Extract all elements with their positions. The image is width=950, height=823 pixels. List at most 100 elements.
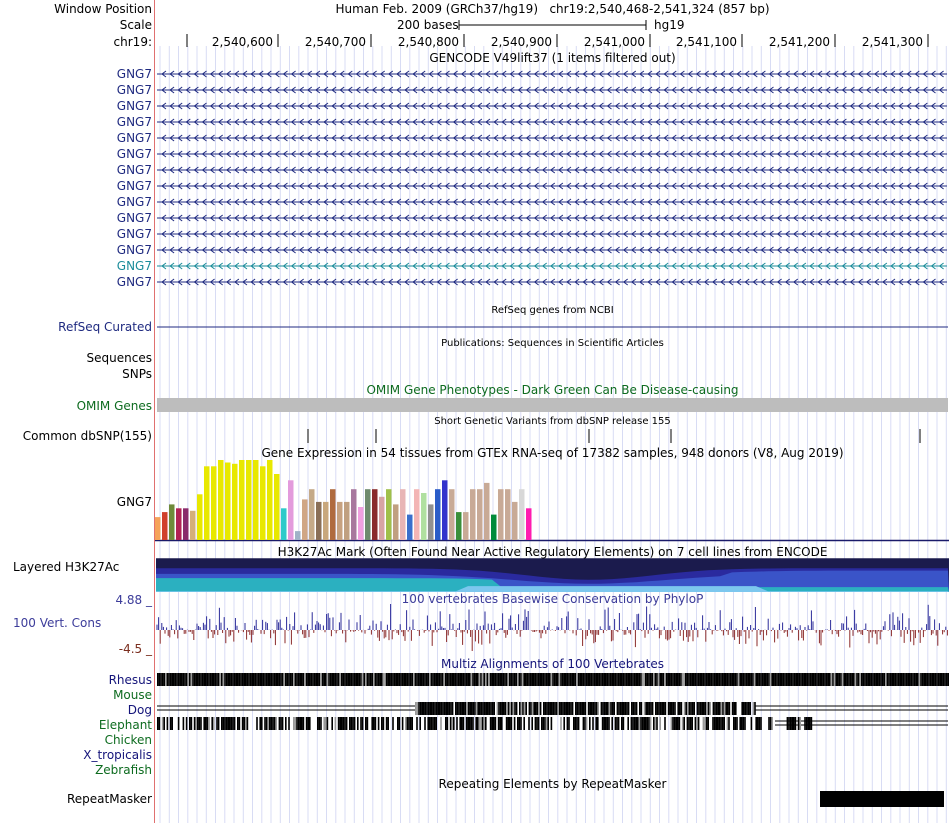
gtex-label[interactable]: GNG7 (0, 494, 152, 510)
gtex-bar[interactable] (442, 480, 448, 540)
gtex-bar[interactable] (519, 489, 525, 540)
gencode-item-label[interactable]: GNG7 (0, 258, 152, 274)
gencode-item-label[interactable]: GNG7 (0, 242, 152, 258)
gtex-bar[interactable] (400, 489, 406, 540)
gtex-bar[interactable] (302, 499, 308, 540)
gencode-item-label[interactable]: GNG7 (0, 130, 152, 146)
gtex-bar[interactable] (211, 466, 217, 540)
gtex-bar[interactable] (477, 489, 483, 540)
gtex-bar[interactable] (169, 504, 175, 540)
gtex-bar[interactable] (309, 489, 315, 540)
gtex-bar[interactable] (407, 514, 413, 540)
multiz-species-label[interactable]: Zebrafish (0, 762, 152, 778)
gtex-bar[interactable] (456, 512, 462, 540)
gtex-track-title: Gene Expression in 54 tissues from GTEx … (261, 446, 844, 460)
gencode-item-label[interactable]: GNG7 (0, 194, 152, 210)
gtex-bar[interactable] (155, 517, 161, 540)
multiz-block (182, 673, 185, 686)
gtex-bar[interactable] (183, 508, 189, 540)
gtex-bar[interactable] (274, 474, 280, 540)
gtex-bar[interactable] (197, 494, 203, 540)
gtex-bar[interactable] (463, 512, 469, 540)
gtex-bar[interactable] (316, 501, 322, 540)
multiz-block (595, 702, 598, 715)
gtex-bar[interactable] (204, 466, 210, 540)
gtex-bar[interactable] (470, 489, 476, 540)
gencode-item-label[interactable]: GNG7 (0, 66, 152, 82)
gtex-bar[interactable] (337, 501, 343, 540)
multiz-block (608, 717, 610, 730)
phylop-label[interactable]: 100 Vert. Cons (13, 615, 165, 631)
gtex-bar[interactable] (323, 501, 329, 540)
gtex-bar[interactable] (260, 466, 266, 540)
gencode-item-label[interactable]: GNG7 (0, 226, 152, 242)
gtex-bar[interactable] (372, 489, 378, 540)
multiz-species-label[interactable]: Elephant (0, 717, 152, 733)
gtex-bar[interactable] (414, 489, 420, 540)
gtex-bar[interactable] (295, 531, 301, 540)
gtex-bar[interactable] (288, 480, 294, 540)
snps-label[interactable]: SNPs (0, 366, 152, 382)
multiz-block (563, 717, 565, 730)
gencode-item-label[interactable]: GNG7 (0, 162, 152, 178)
gencode-item-label[interactable]: GNG7 (0, 114, 152, 130)
multiz-block (446, 673, 449, 686)
gtex-bar[interactable] (365, 489, 371, 540)
gtex-bar[interactable] (246, 460, 252, 540)
multiz-block (333, 673, 335, 686)
gtex-bar[interactable] (281, 508, 287, 540)
gtex-bar[interactable] (505, 489, 511, 540)
gtex-bar[interactable] (218, 460, 224, 540)
gtex-bar[interactable] (428, 504, 434, 540)
multiz-block (702, 717, 705, 730)
gtex-bar[interactable] (358, 507, 364, 540)
gtex-bar[interactable] (176, 508, 182, 540)
gtex-bar[interactable] (239, 460, 245, 540)
multiz-block (699, 702, 702, 715)
multiz-block (587, 702, 590, 715)
gtex-bar[interactable] (393, 504, 399, 540)
gtex-bar[interactable] (421, 493, 427, 540)
repeatmasker-label[interactable]: RepeatMasker (0, 791, 152, 807)
gencode-item-label[interactable]: GNG7 (0, 178, 152, 194)
gencode-item-label[interactable]: GNG7 (0, 98, 152, 114)
gencode-item-label[interactable]: GNG7 (0, 210, 152, 226)
gtex-bar[interactable] (379, 496, 385, 540)
multiz-species-label[interactable]: Rhesus (0, 672, 152, 688)
gtex-bar[interactable] (491, 514, 497, 540)
gtex-bar[interactable] (435, 489, 441, 540)
multiz-block (651, 673, 653, 686)
gtex-bar[interactable] (253, 460, 259, 540)
h3k27ac-label[interactable]: Layered H3K27Ac (13, 559, 165, 575)
omim-label[interactable]: OMIM Genes (0, 398, 152, 414)
multiz-block (522, 702, 524, 715)
multiz-block (560, 673, 562, 686)
multiz-species-label[interactable]: Dog (0, 702, 152, 718)
gtex-bar[interactable] (512, 501, 518, 540)
gtex-bar[interactable] (449, 489, 455, 540)
gencode-item-label[interactable]: GNG7 (0, 146, 152, 162)
gencode-item-label[interactable]: GNG7 (0, 274, 152, 290)
gtex-bar[interactable] (330, 489, 336, 540)
gtex-bar[interactable] (162, 512, 168, 540)
multiz-block (457, 673, 460, 686)
dbsnp-label[interactable]: Common dbSNP(155) (0, 428, 152, 444)
refseq-label[interactable]: RefSeq Curated (0, 319, 152, 335)
multiz-species-label[interactable]: Mouse (0, 687, 152, 703)
gtex-bar[interactable] (386, 489, 392, 540)
multiz-species-label[interactable]: Chicken (0, 732, 152, 748)
gtex-bar[interactable] (190, 510, 196, 540)
gtex-bar[interactable] (344, 501, 350, 540)
gtex-bar[interactable] (232, 463, 238, 540)
gtex-bar[interactable] (498, 489, 504, 540)
gencode-item-label[interactable]: GNG7 (0, 82, 152, 98)
multiz-block (435, 702, 438, 715)
gtex-bar[interactable] (526, 508, 532, 540)
gtex-bar[interactable] (267, 460, 273, 540)
multiz-block (475, 673, 477, 686)
sequences-label[interactable]: Sequences (0, 350, 152, 366)
multiz-species-label[interactable]: X_tropicalis (0, 747, 152, 763)
gtex-bar[interactable] (351, 489, 357, 540)
gtex-bar[interactable] (484, 482, 490, 540)
gtex-bar[interactable] (225, 462, 231, 541)
